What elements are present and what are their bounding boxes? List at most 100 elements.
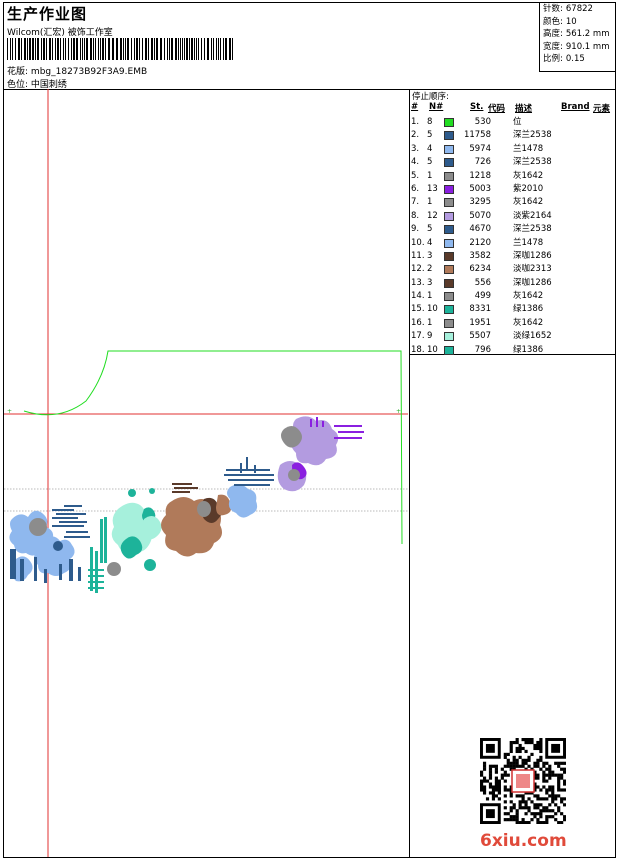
color-swatch <box>444 171 454 181</box>
thread-row: 10. 4 2120 兰1478 <box>409 237 615 250</box>
thread-row: 15. 10 8331 绿1386 <box>409 303 615 316</box>
thread-row: 11. 3 3582 深咖1286 <box>409 250 615 263</box>
stat-value: 0.15 <box>565 54 585 65</box>
thread-description: 淡绿1652 <box>513 331 552 342</box>
stat-label: 高度: <box>543 29 563 40</box>
needle-number: 1 <box>427 170 433 181</box>
color-swatch <box>444 198 454 208</box>
needle-number: 2 <box>427 264 433 275</box>
thread-panel: 停止顺序: # N# St. 代码 描述 Brand 元素 1. 8 530 位 2. 5… <box>409 89 615 355</box>
needle-number: 1 <box>427 291 433 302</box>
page-title: 生产作业图 <box>7 5 88 23</box>
needle-number: 9 <box>427 331 433 342</box>
thread-table-body: 1. 8 530 位 2. 5 11758 深兰2538 3. 4 5974 兰1478 4. 5 726 深… <box>409 116 615 357</box>
color-swatch <box>444 118 454 127</box>
production-sheet: 生产作业图 Wilcom(汇宏) 被饰工作室 花版: mbg_18273B92F… <box>3 2 616 858</box>
color-swatch <box>444 144 454 154</box>
stop-index: 11. <box>411 250 425 261</box>
thread-description: 深兰2538 <box>513 157 552 168</box>
design-stats: 针数: 67822 颜色: 10 高度: 561.2 mm 宽度: 910.1 mm 比例: 0.… <box>539 3 616 72</box>
stat-label: 宽度: <box>543 41 563 52</box>
stat-row: 宽度: 910.1 mm <box>540 41 616 54</box>
thread-row: 17. 9 5507 淡绿1652 <box>409 330 615 343</box>
motif-purple-flower <box>277 416 364 492</box>
needle-number: 10 <box>427 304 438 315</box>
color-swatch <box>444 318 454 328</box>
thread-description: 灰1642 <box>513 197 544 208</box>
svg-text:+: + <box>7 408 12 415</box>
company-name: Wilcom(汇宏) 被饰工作室 <box>7 28 113 38</box>
thread-description: 绿1386 <box>513 344 544 355</box>
color-swatch <box>444 292 454 302</box>
stop-index: 4. <box>411 157 420 168</box>
col-code: 代码 <box>488 104 506 114</box>
design-file-name: mbg_18273B92F3A9.EMB <box>30 67 148 77</box>
thread-description: 淡咖2313 <box>513 264 552 275</box>
stop-index: 3. <box>411 143 420 154</box>
color-swatch <box>444 305 454 315</box>
needle-number: 13 <box>427 183 438 194</box>
stitch-count: 11758 <box>463 130 491 141</box>
color-swatch <box>444 131 454 141</box>
stat-row: 高度: 561.2 mm <box>540 28 616 41</box>
thread-row: 9. 5 4670 深兰2538 <box>409 223 615 236</box>
stop-order-label: 停止顺序: <box>412 92 449 102</box>
watermark-logo: 6xiu.com <box>480 831 567 851</box>
stitch-count: 726 <box>474 157 491 168</box>
stitch-count: 4670 <box>469 224 491 235</box>
stitch-count: 2120 <box>469 237 491 248</box>
color-swatch <box>444 332 454 342</box>
color-swatch <box>444 265 454 275</box>
thread-description: 位 <box>513 117 522 127</box>
col-index: # <box>411 102 419 112</box>
color-swatch <box>444 345 454 355</box>
stitch-count: 8331 <box>469 304 491 315</box>
motif-brown-flower <box>161 483 232 557</box>
thread-description: 灰1642 <box>513 291 544 302</box>
motif-blue-floral <box>9 505 90 583</box>
color-swatch <box>444 184 454 194</box>
thread-row: 2. 5 11758 深兰2538 <box>409 129 615 142</box>
needle-number: 5 <box>427 130 433 141</box>
stop-index: 10. <box>411 237 425 248</box>
needle-number: 1 <box>427 197 433 208</box>
needle-number: 3 <box>427 277 433 288</box>
thread-row: 16. 1 1951 灰1642 <box>409 317 615 330</box>
needle-number: 12 <box>427 210 438 221</box>
color-swatch <box>444 211 454 221</box>
thread-row: 7. 1 3295 灰1642 <box>409 196 615 209</box>
stop-index: 9. <box>411 224 420 235</box>
col-needle: N# <box>429 102 444 112</box>
stat-value: 67822 <box>565 4 593 14</box>
thread-row: 18. 10 796 绿1386 <box>409 344 615 357</box>
stop-index: 5. <box>411 170 420 181</box>
thread-row: 14. 1 499 灰1642 <box>409 290 615 303</box>
stat-value: 910.1 mm <box>565 41 610 52</box>
color-swatch <box>444 238 454 248</box>
thread-row: 8. 12 5070 淡紫2164 <box>409 210 615 223</box>
thread-row: 3. 4 5974 兰1478 <box>409 143 615 156</box>
stat-value: 561.2 mm <box>565 29 610 40</box>
needle-number: 10 <box>427 344 438 355</box>
design-preview: + + <box>4 89 410 857</box>
stat-label: 针数: <box>543 4 563 14</box>
color-swatch <box>444 225 454 235</box>
needle-number: 5 <box>427 157 433 168</box>
embroidery-preview-canvas: + + <box>4 89 408 857</box>
needle-number: 3 <box>427 250 433 261</box>
stop-index: 7. <box>411 197 420 208</box>
thread-row: 12. 2 6234 淡咖2313 <box>409 263 615 276</box>
thread-description: 紫2010 <box>513 183 544 194</box>
stitch-count: 3582 <box>469 250 491 261</box>
motif-light-blue-sprig <box>224 457 274 518</box>
needle-number: 8 <box>427 117 433 127</box>
thread-description: 淡紫2164 <box>513 210 552 221</box>
thread-row: 6. 13 5003 紫2010 <box>409 183 615 196</box>
color-swatch <box>444 278 454 288</box>
stop-index: 18. <box>411 344 425 355</box>
col-description: 描述 <box>515 104 533 114</box>
col-stitches: St. <box>470 102 484 112</box>
motif-green-leaves <box>88 488 162 593</box>
stat-label: 颜色: <box>543 16 563 27</box>
thread-row: 1. 8 530 位 <box>409 116 615 129</box>
